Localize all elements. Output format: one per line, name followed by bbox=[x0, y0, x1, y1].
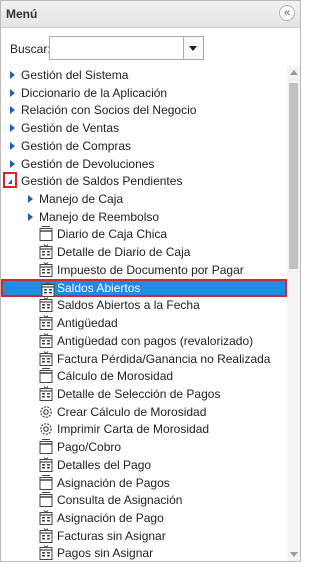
tree-item-label: Relación con Socios del Negocio bbox=[21, 103, 197, 118]
report-icon bbox=[39, 456, 53, 473]
scroll-down-icon[interactable] bbox=[290, 552, 298, 557]
tree-item-label: Manejo de Caja bbox=[39, 192, 124, 207]
tree-item-label: Pago/Cobro bbox=[57, 440, 122, 455]
tree-item-label: Saldos Abiertos bbox=[57, 280, 141, 295]
collapsed-arrow-icon[interactable] bbox=[10, 124, 15, 133]
tree-folder[interactable]: Relación con Socios del Negocio bbox=[1, 101, 287, 119]
tree-item[interactable]: Asignación de Pagos bbox=[1, 474, 287, 492]
tree-folder[interactable]: Gestión de Devoluciones bbox=[1, 155, 287, 173]
tree-item[interactable]: Imprimir Carta de Morosidad bbox=[1, 420, 287, 438]
report-icon bbox=[39, 386, 53, 402]
tree-item-label: Saldos Abiertos a la Fecha bbox=[57, 298, 200, 313]
tree-item-label: Imprimir Carta de Morosidad bbox=[57, 422, 210, 437]
search-input[interactable] bbox=[50, 37, 184, 59]
report-icon bbox=[39, 545, 53, 561]
tree-item[interactable]: Asignación de Pago bbox=[1, 509, 287, 527]
search-combobox[interactable] bbox=[49, 36, 204, 60]
scroll-up-icon[interactable] bbox=[290, 70, 298, 75]
tree-item-label: Impuesto de Documento por Pagar bbox=[57, 262, 244, 277]
tree-item-label: Diccionario de la Aplicación bbox=[21, 85, 168, 100]
panel-header: Menú « bbox=[1, 1, 300, 28]
tree-item[interactable]: Pago/Cobro bbox=[1, 438, 287, 456]
tree-item-label: Diario de Caja Chica bbox=[57, 227, 168, 242]
tree-folder[interactable]: Manejo de Reembolso bbox=[1, 208, 287, 226]
tree-item[interactable]: Cálculo de Morosidad bbox=[1, 367, 287, 385]
collapsed-arrow-icon[interactable] bbox=[10, 141, 15, 150]
window-icon bbox=[39, 492, 53, 508]
window-icon bbox=[39, 368, 53, 384]
tree-item[interactable]: Saldos Abiertos a la Fecha bbox=[1, 296, 287, 314]
tree-item[interactable]: Antigüedad con pagos (revalorizado) bbox=[1, 332, 287, 350]
collapsed-arrow-icon[interactable] bbox=[28, 212, 33, 221]
tree-folder[interactable]: Gestión de Ventas bbox=[1, 119, 287, 137]
report-icon bbox=[39, 262, 53, 278]
menu-panel: Menú « Buscar: Gestión del Sistema Diccio… bbox=[0, 0, 301, 562]
tree-item-label: Gestión de Compras bbox=[21, 138, 132, 153]
tree-item-label: Pagos sin Asignar bbox=[57, 546, 154, 561]
tree-item-label: Manejo de Reembolso bbox=[39, 209, 160, 224]
tree-item-label: Detalle de Diario de Caja bbox=[57, 245, 191, 260]
tree-item-label: Asignación de Pago bbox=[57, 511, 164, 525]
tree-item-label: Factura Pérdida/Ganancia no Realizada bbox=[57, 351, 271, 366]
window-icon bbox=[39, 474, 53, 491]
tree-item-label: Gestión de Saldos Pendientes bbox=[21, 174, 183, 189]
tree-item-label: Antigüedad con pagos (revalorizado) bbox=[57, 333, 254, 348]
tree-item[interactable]: Pagos sin Asignar bbox=[1, 544, 287, 561]
tree-item-label: Gestión de Devoluciones bbox=[21, 156, 155, 171]
process-gear-icon bbox=[39, 404, 53, 420]
tree-item[interactable]: Detalle de Diario de Caja bbox=[1, 243, 287, 261]
menu-tree: Gestión del Sistema Diccionario de la Apl… bbox=[1, 66, 287, 561]
tree-item[interactable]: Facturas sin Asignar bbox=[1, 527, 287, 545]
tree-item[interactable]: Antigüedad bbox=[1, 314, 287, 332]
vertical-scrollbar[interactable] bbox=[287, 66, 300, 561]
tree-item[interactable]: Diario de Caja Chica bbox=[1, 225, 287, 243]
collapsed-arrow-icon[interactable] bbox=[28, 195, 33, 204]
tree-item[interactable]: Detalles del Pago bbox=[1, 456, 287, 474]
collapsed-arrow-icon[interactable] bbox=[10, 159, 15, 168]
tree-item-label: Gestión del Sistema bbox=[21, 68, 129, 82]
collapsed-arrow-icon[interactable] bbox=[10, 106, 15, 115]
window-icon bbox=[39, 439, 53, 455]
window-icon bbox=[39, 226, 53, 242]
process-gear-icon bbox=[39, 421, 53, 437]
tree-item[interactable]: Factura Pérdida/Ganancia no Realizada bbox=[1, 350, 287, 368]
report-icon bbox=[39, 244, 53, 260]
collapsed-arrow-icon[interactable] bbox=[10, 71, 15, 79]
tree-item-label: Antigüedad bbox=[57, 316, 118, 331]
report-icon bbox=[39, 510, 53, 526]
tree-item-label: Cálculo de Morosidad bbox=[57, 369, 174, 384]
tree-item-label: Detalles del Pago bbox=[57, 457, 152, 472]
collapse-icon[interactable]: « bbox=[279, 5, 295, 21]
panel-title: Menú bbox=[6, 7, 38, 21]
report-icon bbox=[41, 281, 55, 298]
collapsed-arrow-icon[interactable] bbox=[10, 88, 15, 97]
scroll-thumb[interactable] bbox=[289, 83, 298, 269]
search-label: Buscar: bbox=[10, 42, 51, 56]
tree-folder[interactable]: Diccionario de la Aplicación bbox=[1, 84, 287, 102]
tree-item-label: Gestión de Ventas bbox=[21, 121, 120, 136]
tree-item-label: Consulta de Asignación bbox=[57, 493, 183, 508]
tree-folder[interactable]: Gestión del Sistema bbox=[1, 66, 287, 84]
dropdown-arrow-icon[interactable] bbox=[183, 37, 203, 59]
tree-item-label: Facturas sin Asignar bbox=[57, 528, 166, 543]
report-icon bbox=[39, 527, 53, 544]
tree-item-label: Detalle de Selección de Pagos bbox=[57, 386, 221, 401]
tree-item[interactable]: Detalle de Selección de Pagos bbox=[1, 385, 287, 403]
tree-item-label: Asignación de Pagos bbox=[57, 475, 170, 490]
tree-folder[interactable]: Gestión de Compras bbox=[1, 137, 287, 155]
report-icon bbox=[39, 332, 53, 349]
tree-folder[interactable]: Manejo de Caja bbox=[1, 190, 287, 208]
tree-item[interactable]: Crear Cálculo de Morosidad bbox=[1, 403, 287, 421]
tree-item-label: Crear Cálculo de Morosidad bbox=[57, 404, 207, 419]
tree-item[interactable]: Consulta de Asignación bbox=[1, 491, 287, 509]
report-icon bbox=[39, 350, 53, 367]
expanded-arrow-icon[interactable] bbox=[3, 172, 17, 189]
tree-folder[interactable]: Gestión de Saldos Pendientes bbox=[1, 172, 287, 190]
report-icon bbox=[39, 297, 53, 313]
tree-item[interactable]: Saldos Abiertos bbox=[1, 278, 287, 298]
tree-item[interactable]: Impuesto de Documento por Pagar bbox=[1, 261, 287, 279]
report-icon bbox=[39, 315, 53, 331]
